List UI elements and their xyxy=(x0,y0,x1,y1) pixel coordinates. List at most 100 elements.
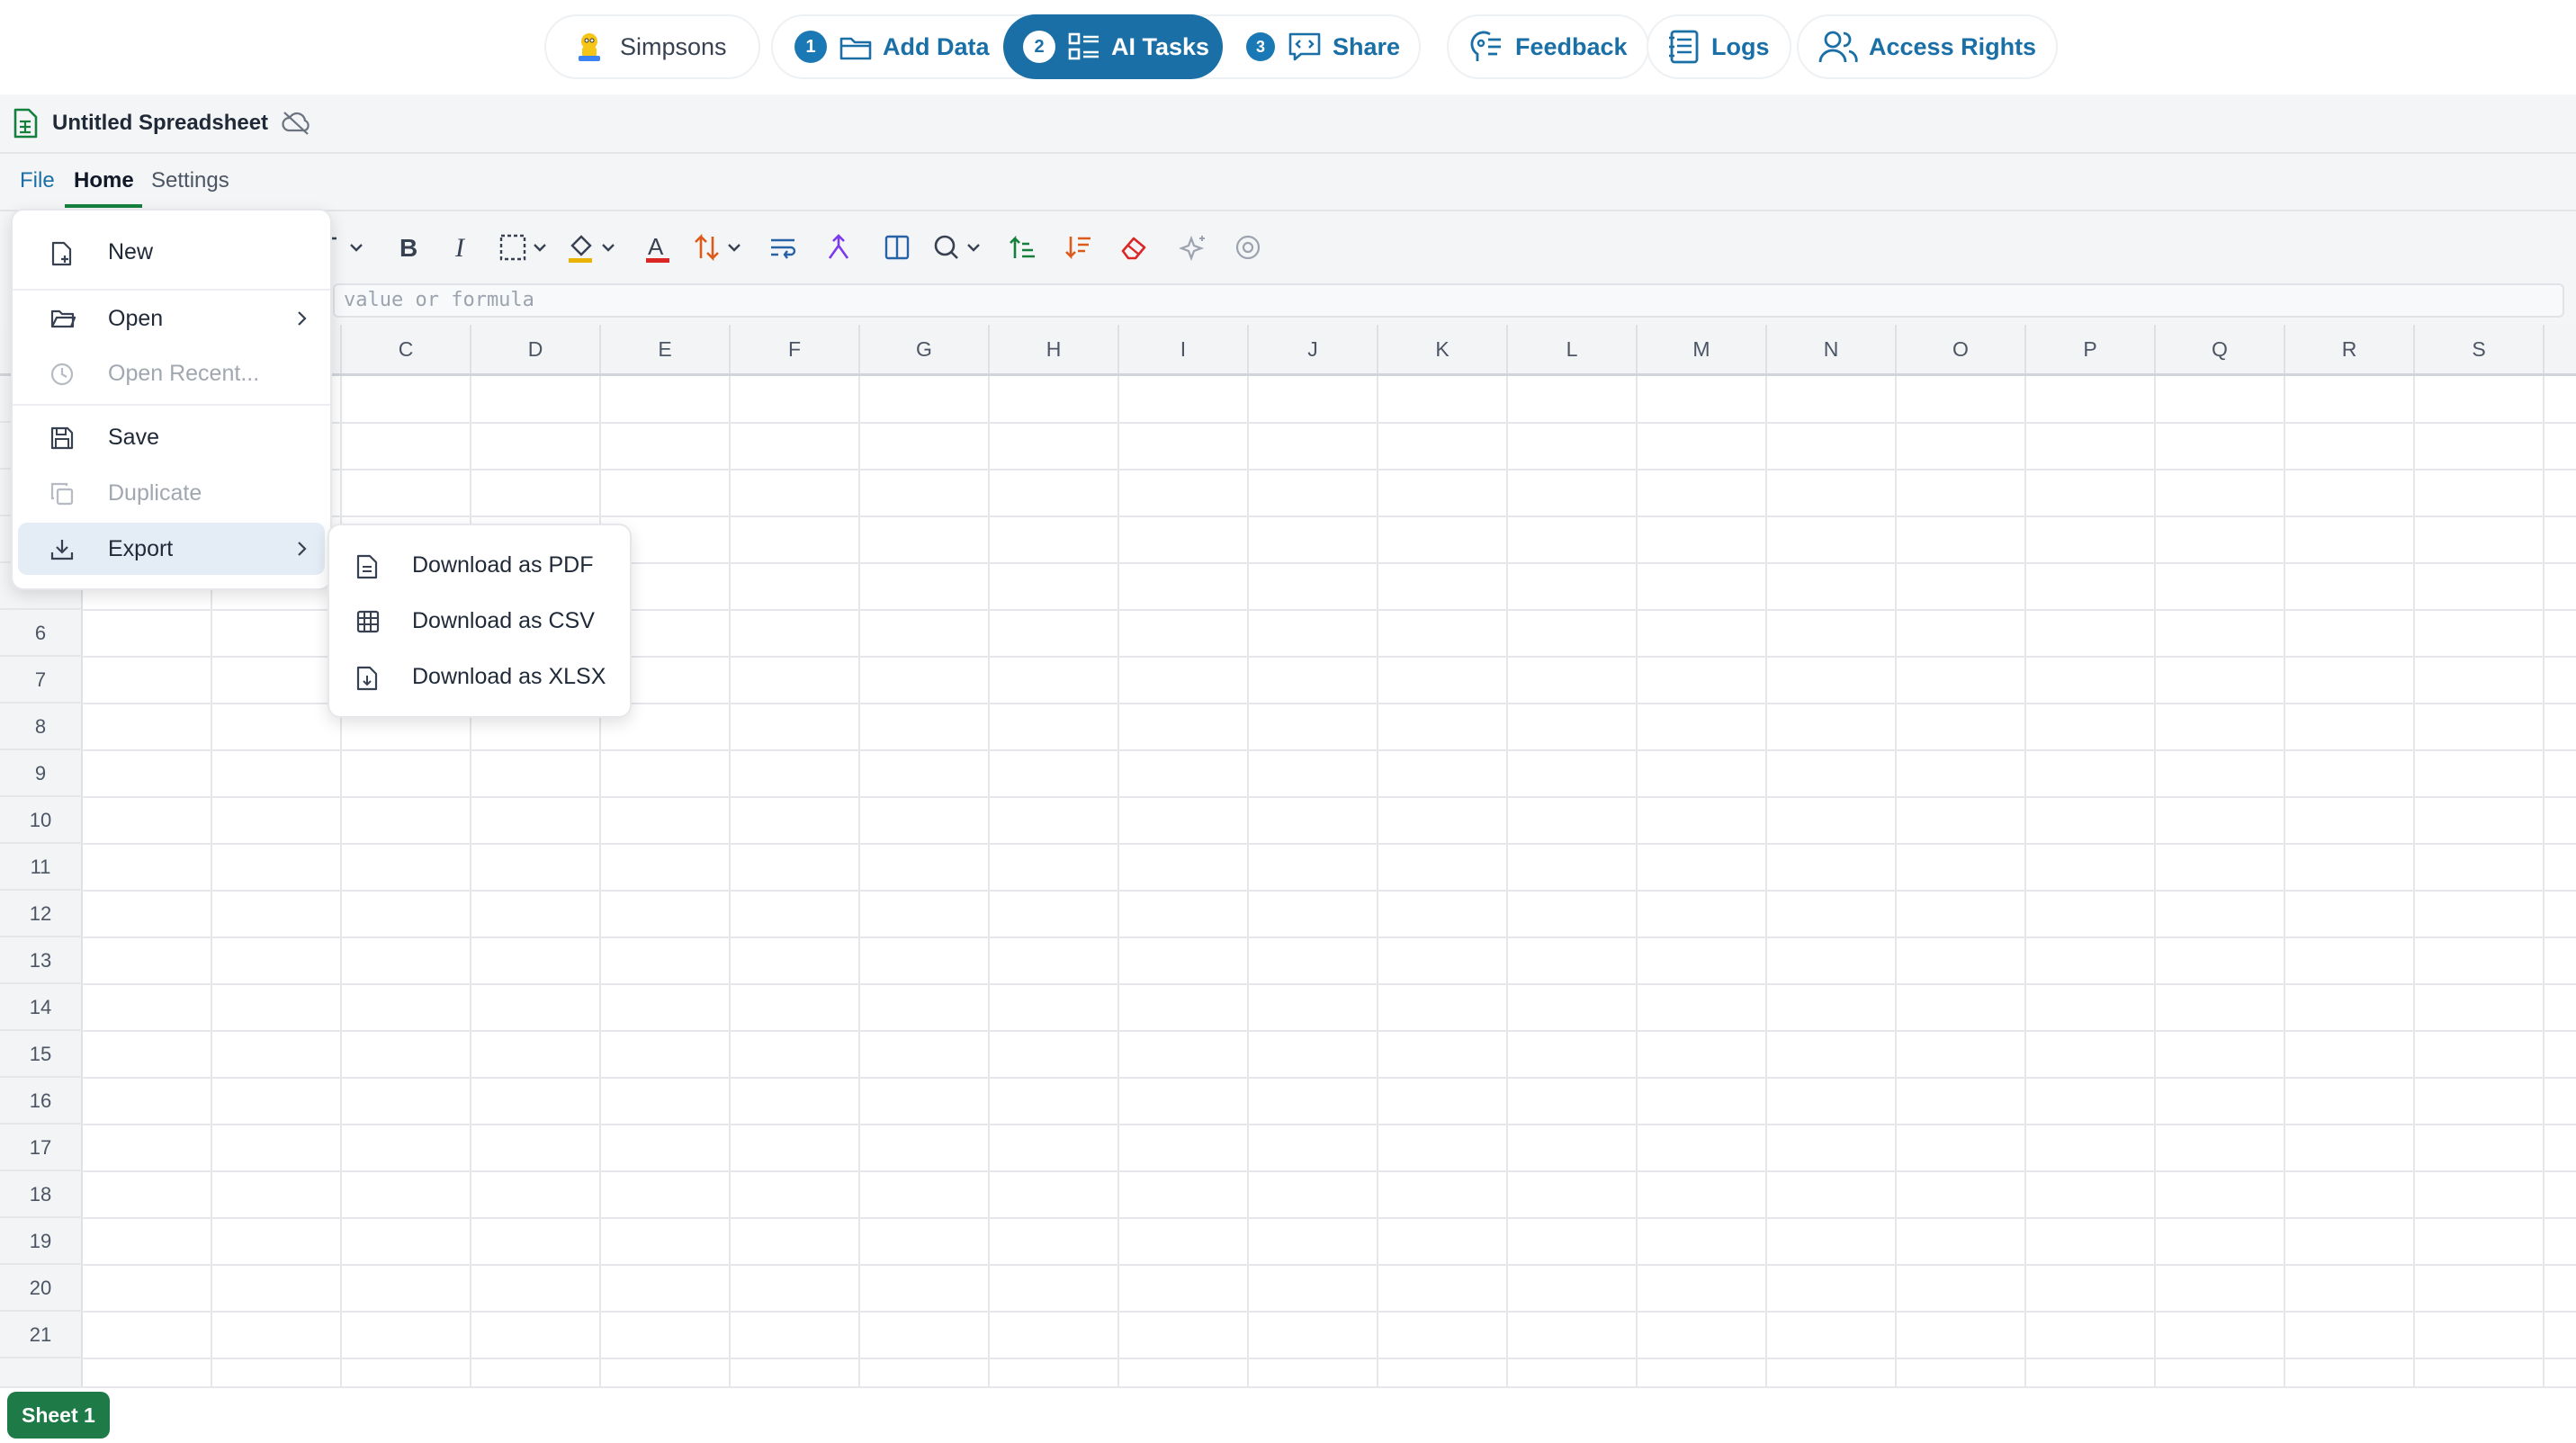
step-number: 1 xyxy=(794,31,827,63)
grid-line xyxy=(2413,376,2415,1386)
step-label: Share xyxy=(1333,32,1401,60)
borders-icon[interactable] xyxy=(498,233,552,262)
ai-sparkle-icon[interactable] xyxy=(1179,233,1207,262)
clock-icon xyxy=(50,363,74,386)
row-header[interactable]: 20 xyxy=(0,1265,83,1312)
logs-button[interactable]: Logs xyxy=(1647,14,1791,79)
sheet-tab-active[interactable]: Sheet 1 xyxy=(7,1392,110,1439)
merge-icon[interactable] xyxy=(824,233,853,262)
grid-line xyxy=(1377,376,1378,1386)
row-header[interactable]: 10 xyxy=(0,797,83,844)
row-header[interactable]: 21 xyxy=(0,1312,83,1358)
row-header[interactable]: 12 xyxy=(0,891,83,937)
column-header[interactable]: E xyxy=(601,325,731,373)
document-title[interactable]: Untitled Spreadsheet xyxy=(52,111,268,136)
row-header[interactable]: 18 xyxy=(0,1171,83,1218)
eraser-icon[interactable] xyxy=(1119,233,1148,262)
column-header[interactable]: D xyxy=(471,325,601,373)
new-file-icon xyxy=(50,241,74,266)
row-header[interactable]: 17 xyxy=(0,1125,83,1171)
column-header[interactable]: F xyxy=(731,325,860,373)
grid-line xyxy=(83,1030,2576,1032)
top-navigation: Simpsons 1 Add Data 2 AI Tasks 3 Share F… xyxy=(0,0,2576,94)
menu-item-download-csv[interactable]: Download as CSV xyxy=(329,594,630,648)
tab-settings[interactable]: Settings xyxy=(151,168,229,193)
search-icon[interactable] xyxy=(932,233,986,262)
feedback-button[interactable]: Feedback xyxy=(1447,14,1649,79)
grid-line xyxy=(729,376,731,1386)
folder-icon xyxy=(839,33,872,60)
grid-line xyxy=(83,1124,2576,1125)
step-add-data[interactable]: 1 Add Data xyxy=(794,14,990,79)
share-code-icon xyxy=(1288,31,1322,62)
menu-item-save[interactable]: Save xyxy=(18,411,325,463)
columns-icon[interactable] xyxy=(884,233,911,262)
column-header[interactable]: C xyxy=(342,325,471,373)
step-ai-tasks[interactable]: 2 AI Tasks xyxy=(1003,14,1223,79)
project-selector[interactable]: Simpsons xyxy=(544,14,760,79)
column-header[interactable]: J xyxy=(1249,325,1378,373)
column-header[interactable]: I xyxy=(1119,325,1249,373)
step-share[interactable]: 3 Share xyxy=(1246,14,1400,79)
record-icon[interactable] xyxy=(1234,233,1261,262)
column-header[interactable]: K xyxy=(1378,325,1508,373)
workflow-steps: 1 Add Data 2 AI Tasks 3 Share xyxy=(771,14,1421,79)
sort-descending-icon[interactable] xyxy=(1064,233,1092,262)
column-header[interactable]: G xyxy=(860,325,990,373)
tab-home[interactable]: Home xyxy=(74,168,134,193)
menu-item-label: Save xyxy=(108,424,159,450)
grid-line xyxy=(83,1311,2576,1313)
row-header[interactable] xyxy=(0,1358,83,1386)
sort-icon[interactable] xyxy=(693,233,747,262)
row-header[interactable]: 16 xyxy=(0,1078,83,1125)
svg-text:I: I xyxy=(454,233,466,262)
menu-item-open[interactable]: Open xyxy=(18,292,325,345)
row-header[interactable]: 13 xyxy=(0,937,83,984)
menu-item-download-xlsx[interactable]: Download as XLSX xyxy=(329,650,630,704)
wrap-text-icon[interactable] xyxy=(768,233,797,262)
column-header[interactable]: N xyxy=(1767,325,1897,373)
menu-item-new[interactable]: New xyxy=(18,226,325,278)
column-header[interactable]: M xyxy=(1638,325,1767,373)
formula-input[interactable]: value or formula xyxy=(333,283,2564,318)
column-header[interactable]: R xyxy=(2285,325,2415,373)
column-header[interactable]: L xyxy=(1508,325,1638,373)
step-label: AI Tasks xyxy=(1111,32,1210,60)
row-header[interactable]: 14 xyxy=(0,984,83,1031)
grid-line xyxy=(83,890,2576,892)
row-header[interactable]: 11 xyxy=(0,844,83,891)
text-color-icon[interactable]: A xyxy=(644,233,671,265)
grid-line xyxy=(2543,376,2545,1386)
spreadsheet-file-icon xyxy=(13,108,38,139)
menu-item-export[interactable]: Export xyxy=(18,523,325,575)
access-rights-label: Access Rights xyxy=(1869,32,2037,60)
bold-icon[interactable]: B xyxy=(396,233,421,262)
feedback-label: Feedback xyxy=(1515,32,1628,60)
column-header[interactable]: P xyxy=(2026,325,2156,373)
users-icon xyxy=(1818,30,1858,64)
row-header[interactable]: 19 xyxy=(0,1218,83,1265)
row-header[interactable]: 15 xyxy=(0,1031,83,1078)
formula-bar: value or formula xyxy=(0,282,2576,325)
grid-line xyxy=(83,1170,2576,1172)
menu-item-label: Download as XLSX xyxy=(412,664,606,689)
column-header[interactable]: H xyxy=(990,325,1119,373)
row-header[interactable]: 7 xyxy=(0,657,83,704)
row-header[interactable]: 6 xyxy=(0,610,83,657)
grid-line xyxy=(83,1358,2576,1359)
grid-line xyxy=(1765,376,1767,1386)
column-header[interactable]: Q xyxy=(2156,325,2285,373)
column-header[interactable]: S xyxy=(2415,325,2545,373)
row-header[interactable]: 9 xyxy=(0,750,83,797)
sort-ascending-icon[interactable] xyxy=(1008,233,1037,262)
italic-icon[interactable]: I xyxy=(450,233,475,262)
column-header[interactable]: O xyxy=(1897,325,2026,373)
spreadsheet-grid[interactable]: C D E F G H I J K L M N O P Q R S 6 7 8 … xyxy=(0,325,2576,1386)
access-rights-button[interactable]: Access Rights xyxy=(1797,14,2059,79)
menu-item-label: Open Recent... xyxy=(108,360,260,386)
menu-item-download-pdf[interactable]: Download as PDF xyxy=(329,538,630,592)
row-header[interactable]: 8 xyxy=(0,704,83,750)
fill-color-icon[interactable] xyxy=(567,233,621,264)
grid-line xyxy=(2154,376,2156,1386)
tab-file[interactable]: File xyxy=(20,168,55,193)
